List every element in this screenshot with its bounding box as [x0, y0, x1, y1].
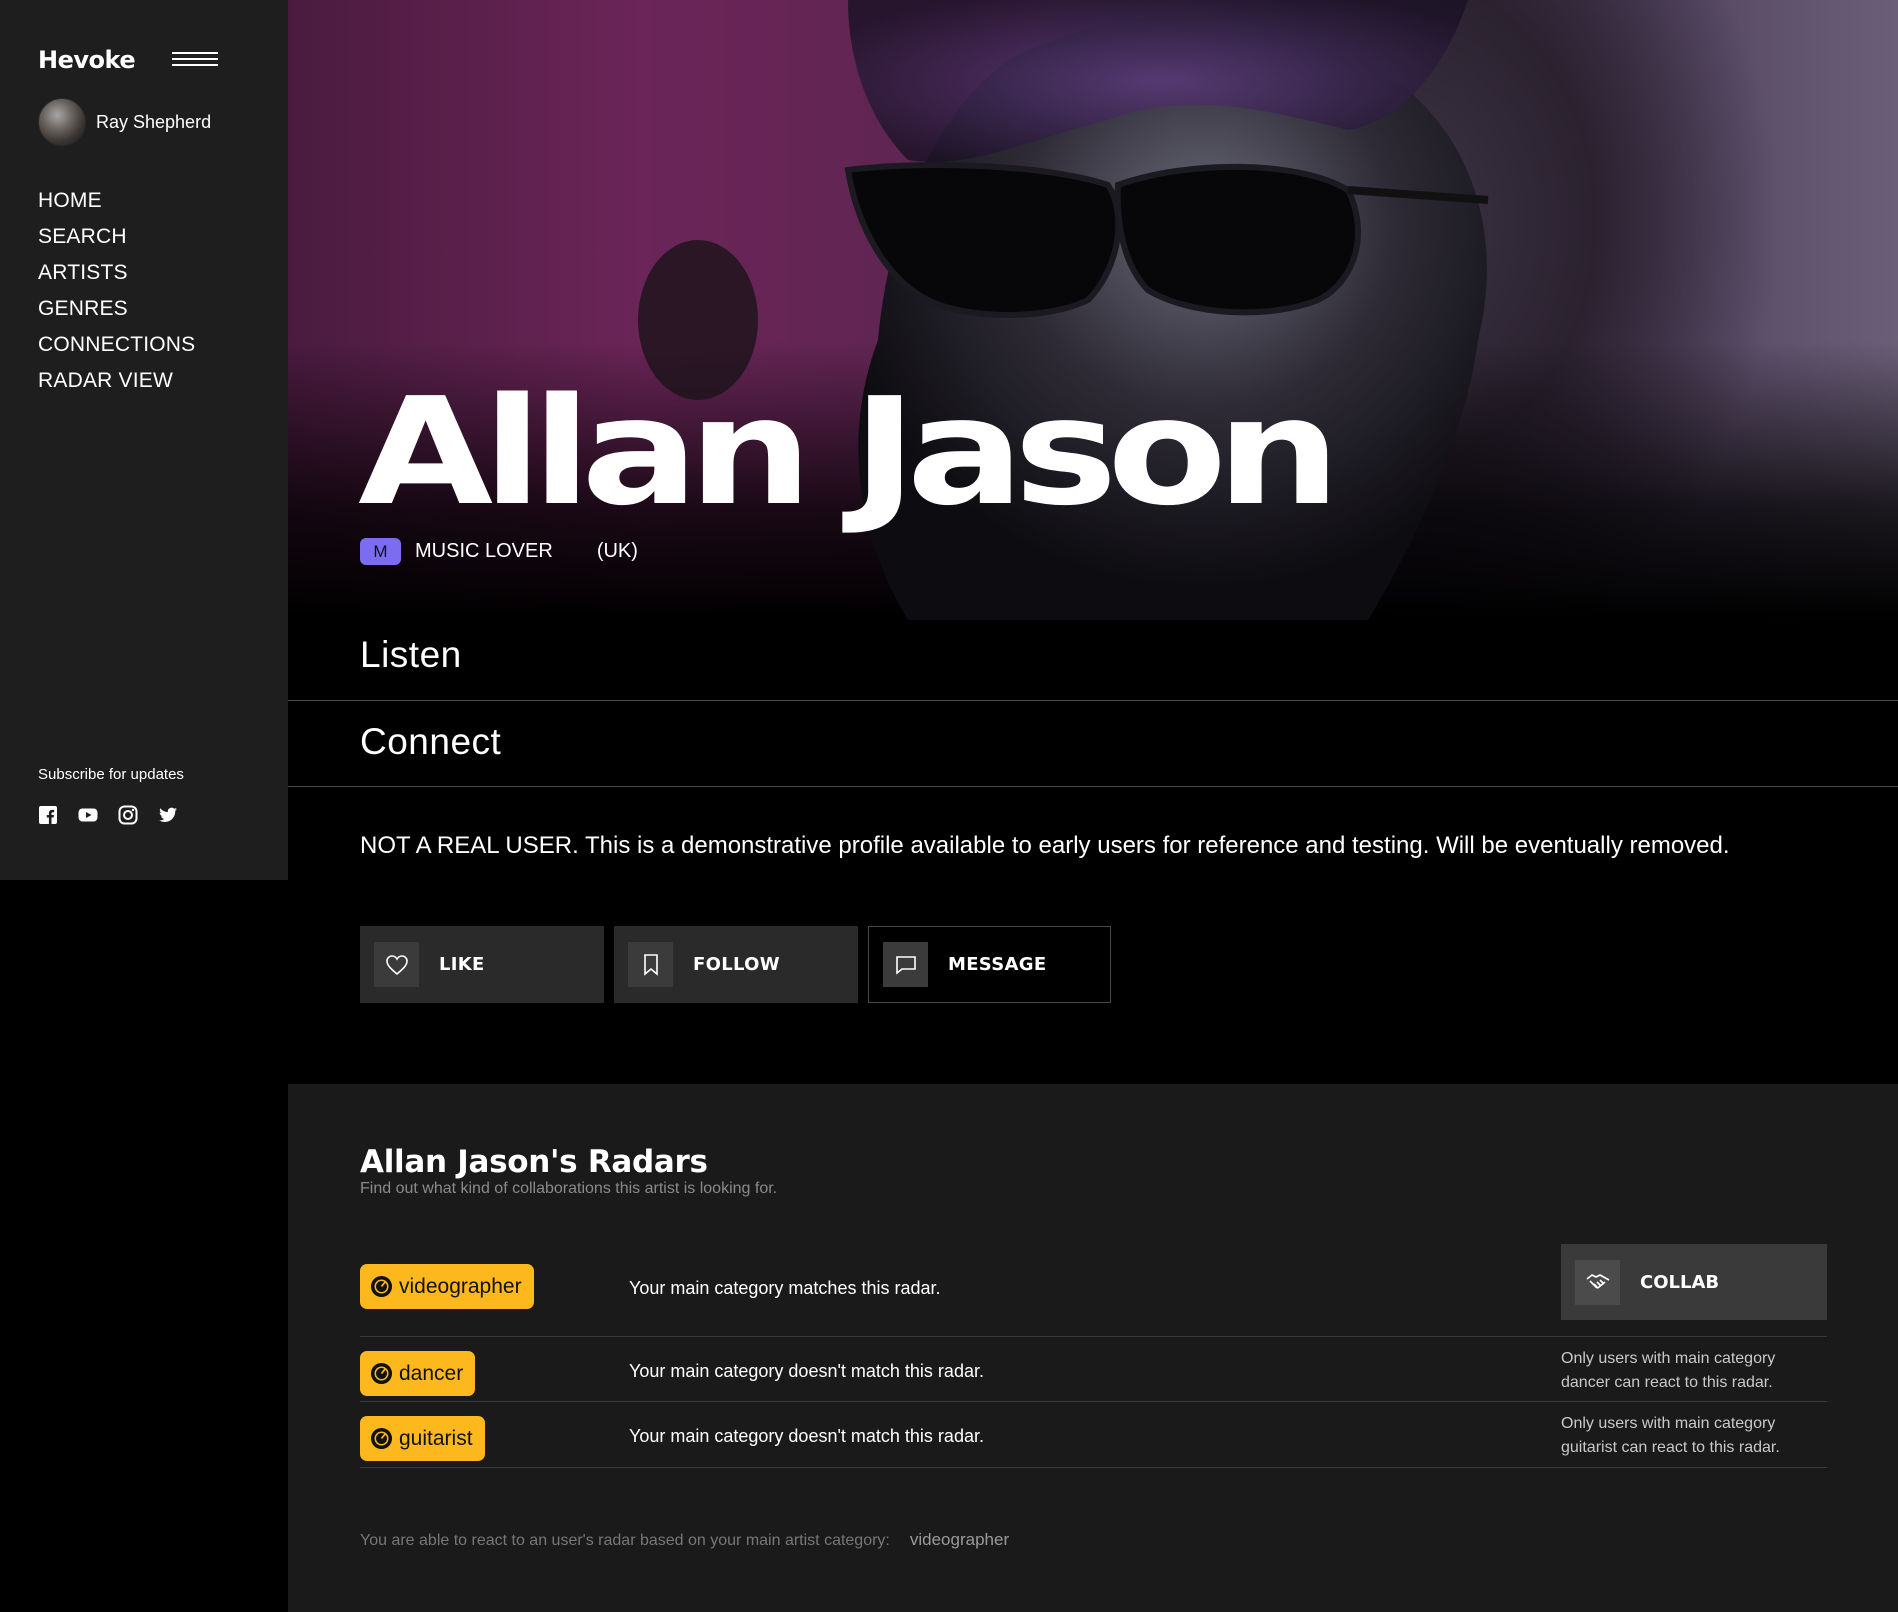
heart-icon: [374, 942, 419, 987]
profile-role: MUSIC LOVER: [415, 540, 553, 562]
social-links: [38, 805, 178, 825]
menu-icon[interactable]: [172, 52, 218, 70]
profile-actions: LIKE FOLLOW MESSAGE: [360, 926, 1111, 1003]
radar-category-pill[interactable]: dancer: [360, 1351, 476, 1396]
nav-item-genres[interactable]: GENRES: [38, 291, 195, 327]
profile-tags: M MUSIC LOVER (UK): [360, 538, 638, 565]
radar-restriction-note: Only users with main category dancer can…: [1561, 1350, 1776, 1391]
radars-title: Allan Jason's Radars: [360, 1144, 708, 1180]
instagram-icon[interactable]: [118, 805, 138, 825]
subscribe-label: Subscribe for updates: [38, 766, 184, 783]
follow-button[interactable]: FOLLOW: [614, 926, 858, 1003]
logo-row: Hevoke: [38, 46, 218, 74]
listen-section[interactable]: Listen: [288, 620, 1898, 701]
avatar: [38, 98, 86, 146]
chat-icon: [883, 942, 928, 987]
radar-match-message: Your main category doesn't match this ra…: [629, 1426, 984, 1446]
radar-icon: [370, 1362, 393, 1385]
nav-item-home[interactable]: HOME: [38, 183, 195, 219]
message-label: MESSAGE: [948, 954, 1047, 975]
facebook-icon[interactable]: [38, 805, 58, 825]
youtube-icon[interactable]: [78, 805, 98, 825]
profile-hero: Allan Jason M MUSIC LOVER (UK): [288, 0, 1898, 620]
radar-category-label: videographer: [399, 1274, 522, 1298]
radar-row: dancer Your main category doesn't match …: [360, 1337, 1827, 1402]
role-badge: M: [360, 538, 401, 565]
demo-disclaimer: NOT A REAL USER. This is a demonstrative…: [360, 832, 1730, 859]
handshake-icon: [1575, 1259, 1620, 1305]
collab-label: COLLAB: [1640, 1271, 1720, 1293]
nav-item-connections[interactable]: CONNECTIONS: [38, 327, 195, 363]
radar-row: videographer Your main category matches …: [360, 1244, 1827, 1337]
collab-button[interactable]: COLLAB: [1561, 1244, 1827, 1320]
radar-category-label: guitarist: [399, 1426, 473, 1450]
radar-icon: [370, 1275, 393, 1298]
app-logo[interactable]: Hevoke: [38, 46, 136, 74]
connect-heading[interactable]: Connect: [360, 721, 501, 763]
profile-name: Allan Jason: [358, 366, 1341, 538]
nav-item-search[interactable]: SEARCH: [38, 219, 195, 255]
user-profile-link[interactable]: Ray Shepherd: [38, 98, 211, 146]
radars-footer-text: You are able to react to an user's radar…: [360, 1532, 890, 1549]
profile-country: (UK): [596, 540, 638, 562]
sidebar: Hevoke Ray Shepherd HOME SEARCH ARTISTS …: [0, 0, 288, 880]
like-button[interactable]: LIKE: [360, 926, 604, 1003]
connect-section[interactable]: Connect: [288, 701, 1898, 787]
radars-subtitle: Find out what kind of collaborations thi…: [360, 1180, 778, 1197]
radar-restriction-note: Only users with main category guitarist …: [1561, 1415, 1780, 1456]
bookmark-icon: [628, 942, 673, 987]
main-nav: HOME SEARCH ARTISTS GENRES CONNECTIONS R…: [38, 183, 195, 399]
radar-match-message: Your main category matches this radar.: [629, 1278, 941, 1298]
radar-match-message: Your main category doesn't match this ra…: [629, 1361, 984, 1381]
nav-item-artists[interactable]: ARTISTS: [38, 255, 195, 291]
radars-section: Allan Jason's Radars Find out what kind …: [288, 1084, 1898, 1612]
listen-heading[interactable]: Listen: [360, 634, 462, 676]
user-name: Ray Shepherd: [96, 111, 212, 132]
message-button[interactable]: MESSAGE: [868, 926, 1111, 1003]
like-label: LIKE: [439, 954, 485, 975]
twitter-icon[interactable]: [158, 805, 178, 825]
follow-label: FOLLOW: [693, 954, 780, 975]
user-main-category: videographer: [909, 1530, 1010, 1549]
radar-row: guitarist Your main category doesn't mat…: [360, 1402, 1827, 1468]
nav-item-radar-view[interactable]: RADAR VIEW: [38, 363, 195, 399]
radar-icon: [370, 1427, 393, 1450]
radar-category-pill[interactable]: videographer: [360, 1264, 534, 1309]
radar-category-pill[interactable]: guitarist: [360, 1416, 485, 1461]
radars-footer: You are able to react to an user's radar…: [360, 1530, 1009, 1550]
radar-category-label: dancer: [399, 1361, 464, 1385]
